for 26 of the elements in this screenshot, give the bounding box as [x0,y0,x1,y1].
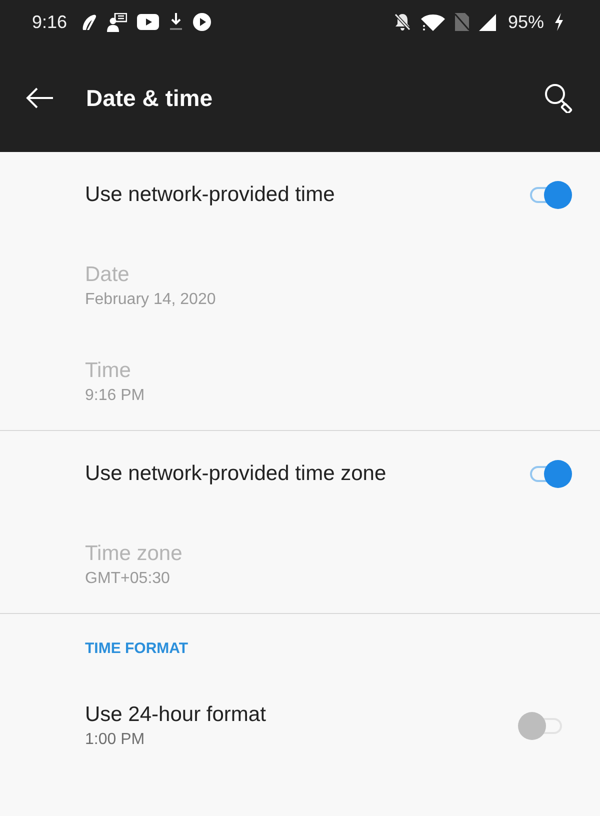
charging-bolt-icon [554,13,564,31]
play-circle-icon [193,13,212,31]
setting-summary: GMT+05:30 [85,568,170,588]
search-icon[interactable] [544,83,574,113]
setting-title: Use 24-hour format [85,702,266,726]
back-arrow-icon[interactable] [26,87,54,109]
download-icon [169,12,184,32]
setting-title: Date [85,262,130,286]
setting-title: Use network-provided time zone [85,462,386,486]
video-play-icon [137,14,160,30]
setting-title: Time zone [85,542,182,566]
screen-title: Date & time [86,84,213,112]
swoosh-icon [81,14,98,30]
signal-icon [478,14,496,30]
setting-title: Time [85,358,131,382]
person-board-icon [107,12,128,32]
status-time: 9:16 [32,12,68,32]
setting-summary: 9:16 PM [85,386,145,406]
bell-off-icon [394,13,411,31]
setting-summary: February 14, 2020 [85,290,216,310]
no-sim-icon [454,13,469,31]
wifi-icon [420,14,445,30]
battery-percent: 95% [508,12,544,32]
setting-title: Use network-provided time [85,183,335,207]
setting-summary: 1:00 PM [85,730,145,750]
section-header: TIME FORMAT [85,640,188,658]
